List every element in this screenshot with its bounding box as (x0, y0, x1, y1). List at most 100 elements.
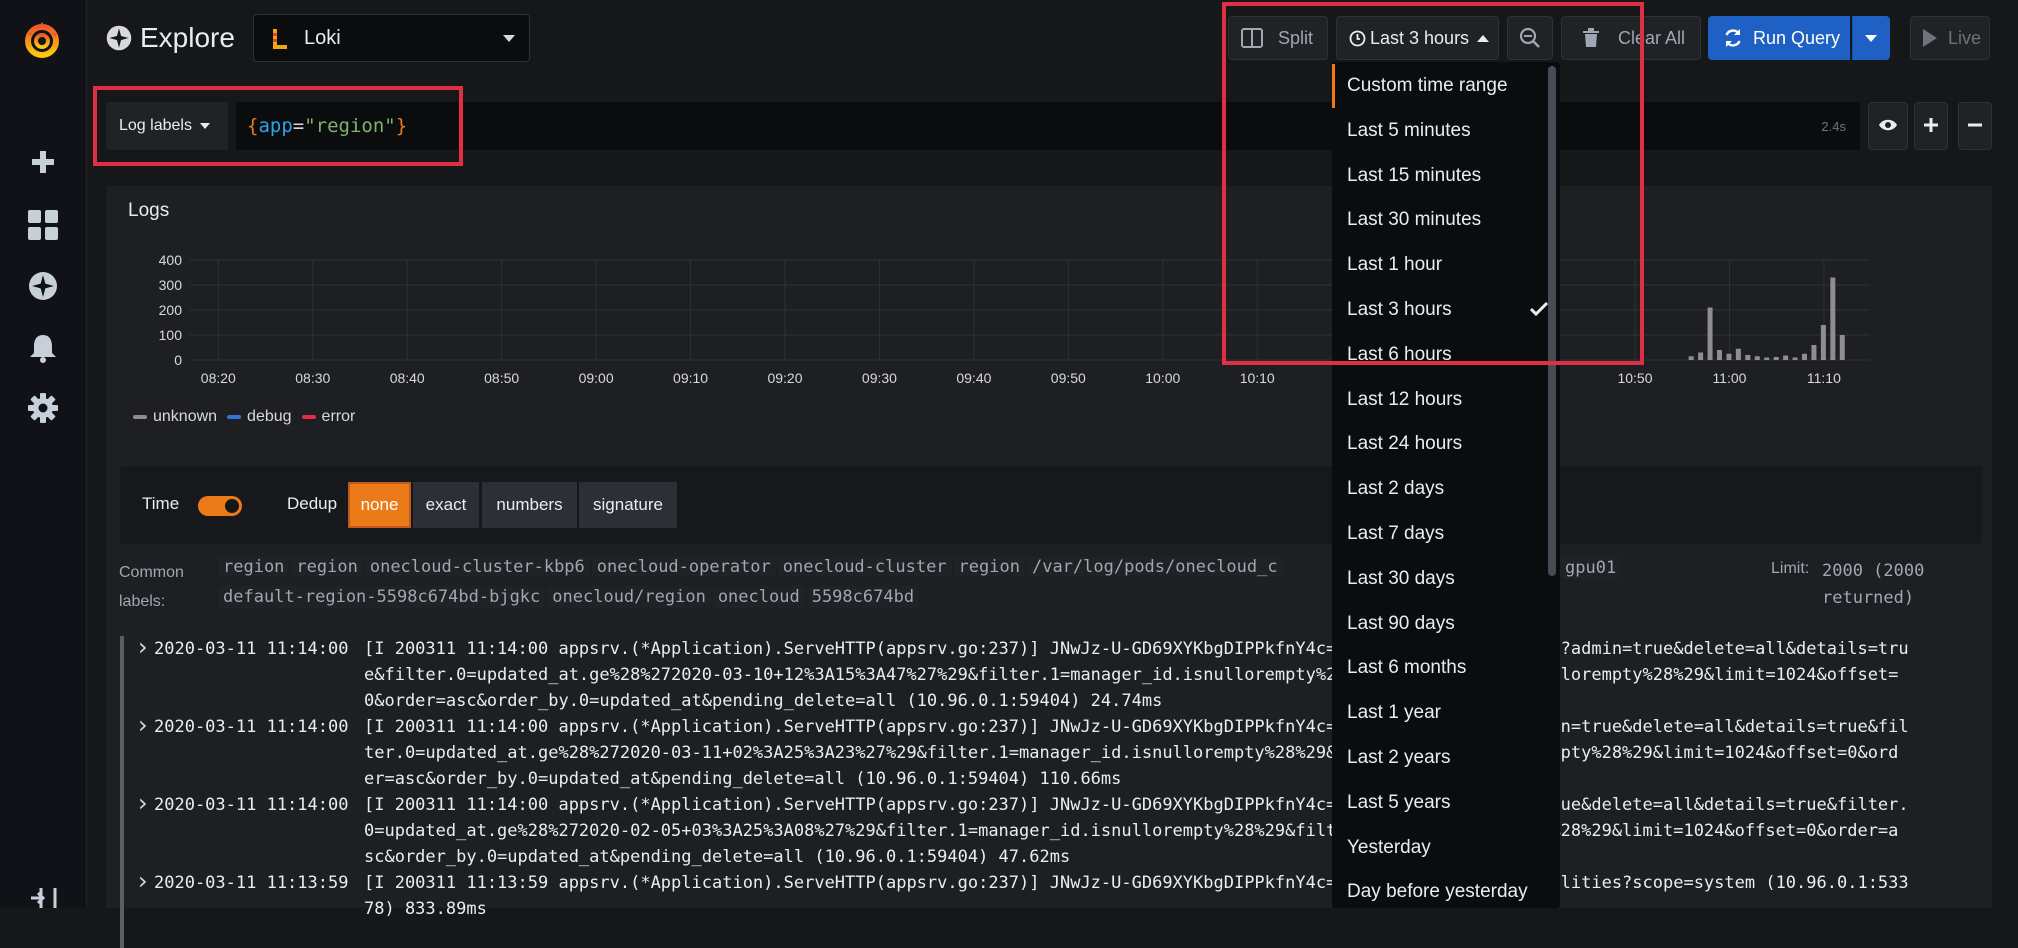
x-tick-label: 09:20 (767, 370, 802, 386)
volume-bar[interactable] (1698, 352, 1704, 361)
x-tick-label: 10:00 (1145, 370, 1180, 386)
time-range-option[interactable]: Last 2 years (1332, 736, 1552, 780)
time-range-option-label: Last 30 days (1347, 567, 1455, 589)
x-tick-label: 11:00 (1712, 370, 1746, 386)
volume-bar[interactable] (1773, 357, 1779, 360)
remove-query-button[interactable] (1958, 102, 1992, 150)
time-toggle-label: Time (142, 494, 180, 513)
time-range-option-label: Last 1 year (1347, 702, 1441, 724)
log-line: er=asc&order_by.0=updated_at&pending_del… (364, 769, 1122, 789)
label-pill: /var/log/pods/onecloud_c (1026, 557, 1283, 577)
volume-bar[interactable] (1820, 325, 1826, 360)
legend-item-debug[interactable]: debug (227, 408, 292, 426)
datasource-picker[interactable]: Loki (253, 14, 530, 62)
common-labels-title-1: Common (119, 564, 184, 581)
grafana-logo-icon[interactable] (20, 18, 64, 62)
x-tick-label: 08:50 (484, 370, 519, 386)
explore-compass-icon[interactable] (23, 266, 63, 306)
bell-icon[interactable] (23, 328, 63, 368)
chevron-right-icon[interactable]: › (138, 634, 148, 660)
toggle-knob (225, 499, 239, 513)
y-tick-label: 400 (159, 252, 183, 268)
time-range-option[interactable]: Last 12 hours (1332, 378, 1552, 422)
panel-title: Logs (128, 200, 170, 221)
run-query-interval-dropdown[interactable] (1852, 16, 1890, 60)
log-row[interactable]: › 2020-03-11 11:13:59 [I 200311 11:13:59 a… (120, 868, 1970, 948)
volume-bar[interactable] (1839, 335, 1845, 360)
label-pill: region (953, 557, 1025, 577)
x-tick-label: 09:30 (862, 370, 897, 386)
dedup-numbers-button[interactable]: numbers (482, 482, 577, 528)
legend-label: unknown (153, 408, 218, 425)
add-query-button[interactable] (1914, 102, 1948, 150)
log-line: [I 200311 11:14:00 appsrv.(*Application)… (364, 639, 1337, 659)
chevron-right-icon[interactable]: › (138, 790, 148, 816)
y-tick-label: 100 (159, 327, 183, 343)
log-line: [I 200311 11:14:00 appsrv.(*Application)… (364, 795, 1337, 815)
time-range-option[interactable]: Last 30 days (1332, 557, 1552, 601)
label-pill: onecloud-operator (591, 557, 776, 577)
volume-bar[interactable] (1707, 307, 1713, 361)
query-timing: 2.4s (1821, 118, 1846, 134)
x-tick-label: 09:50 (1051, 370, 1086, 386)
chevron-down-icon (503, 35, 515, 42)
volume-bar[interactable] (1688, 356, 1694, 360)
volume-bar[interactable] (1802, 353, 1807, 360)
x-tick-label: 09:00 (579, 370, 614, 386)
volume-bar[interactable] (1811, 345, 1817, 360)
legend-label: error (321, 408, 356, 425)
label-pill: default-region-5598c674bd-bjgkc (218, 586, 546, 608)
dedup-none-button[interactable]: none (348, 482, 411, 528)
explore-title-icon (105, 24, 133, 52)
log-row[interactable]: › 2020-03-11 11:14:00 [I 200311 11:14:00 a… (120, 634, 1970, 714)
volume-bar[interactable] (1764, 357, 1770, 361)
time-range-option-label: Last 12 hours (1347, 388, 1463, 410)
gear-icon[interactable] (23, 388, 63, 428)
legend-item-error[interactable]: error (301, 408, 356, 426)
dedup-signature-button[interactable]: signature (579, 482, 677, 528)
volume-bar[interactable] (1792, 357, 1798, 361)
time-toggle-switch[interactable] (198, 496, 242, 516)
time-range-option[interactable]: Last 1 year (1332, 691, 1552, 735)
log-line: [I 200311 11:13:59 appsrv.(*Application)… (364, 873, 1337, 893)
log-row[interactable]: › 2020-03-11 11:14:00 [I 200311 11:14:00 a… (120, 790, 1970, 870)
loki-logo-icon (270, 27, 290, 51)
sign-in-icon[interactable] (23, 888, 63, 908)
legend-item-unknown[interactable]: unknown (133, 408, 217, 426)
volume-bar[interactable] (1735, 348, 1741, 360)
live-button[interactable]: Live (1910, 16, 1990, 60)
time-range-option[interactable]: Last 24 hours (1332, 422, 1552, 466)
run-query-button[interactable]: Run Query (1708, 16, 1850, 60)
log-row[interactable]: › 2020-03-11 11:14:00 [I 200311 11:14:00 a… (120, 712, 1970, 792)
volume-bar[interactable] (1726, 353, 1732, 360)
volume-bar[interactable] (1717, 350, 1722, 360)
volume-bar[interactable] (1783, 355, 1789, 361)
log-line: 0&order=asc&order_by.0=updated_at&pendin… (364, 691, 1163, 711)
toggle-query-visibility-button[interactable] (1868, 102, 1908, 150)
time-range-option[interactable]: Last 2 days (1332, 467, 1552, 511)
volume-bar[interactable] (1754, 356, 1760, 360)
time-range-option[interactable]: Day before yesterday (1332, 870, 1552, 908)
volume-bar[interactable] (1745, 355, 1751, 360)
chevron-right-icon[interactable]: › (138, 712, 148, 738)
page-title: Explore (140, 22, 235, 53)
volume-bar[interactable] (1830, 277, 1836, 361)
time-range-option[interactable]: Last 6 months (1332, 646, 1552, 690)
common-labels-title-2: labels: (119, 593, 166, 610)
live-label: Live (1948, 27, 1982, 48)
log-message: [I 200311 11:13:59 appsrv.(*Application)… (364, 870, 1964, 922)
time-range-option[interactable]: Last 5 years (1332, 781, 1552, 825)
minus-icon (1968, 116, 1982, 137)
limit-value: 2000 (2000 returned) (1822, 558, 1924, 612)
plus-icon[interactable] (23, 142, 63, 182)
time-range-option[interactable]: Last 90 days (1332, 602, 1552, 646)
dedup-exact-button[interactable]: exact (413, 482, 479, 528)
time-range-option[interactable]: Yesterday (1332, 826, 1552, 870)
chevron-right-icon[interactable]: › (138, 868, 148, 894)
dashboards-icon[interactable] (23, 205, 63, 245)
time-range-option[interactable]: Last 7 days (1332, 512, 1552, 556)
log-message: [I 200311 11:14:00 appsrv.(*Application)… (364, 636, 1964, 714)
chart-legend: unknown debug error (133, 408, 355, 426)
time-range-option-label: Day before yesterday (1347, 881, 1528, 903)
log-timestamp: 2020-03-11 11:14:00 (154, 717, 349, 737)
